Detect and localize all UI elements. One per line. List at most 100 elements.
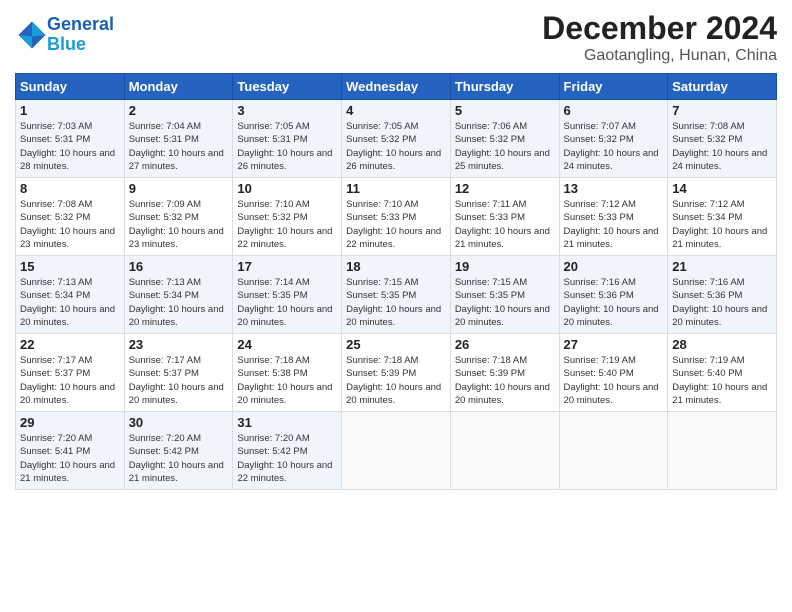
day-info: Sunrise: 7:17 AM Sunset: 5:37 PM Dayligh…: [129, 354, 229, 407]
day-info: Sunrise: 7:20 AM Sunset: 5:41 PM Dayligh…: [20, 432, 120, 485]
day-number: 28: [672, 337, 772, 352]
day-info: Sunrise: 7:10 AM Sunset: 5:32 PM Dayligh…: [237, 198, 337, 251]
calendar-day-cell: 23 Sunrise: 7:17 AM Sunset: 5:37 PM Dayl…: [124, 334, 233, 412]
day-info: Sunrise: 7:06 AM Sunset: 5:32 PM Dayligh…: [455, 120, 555, 173]
calendar-day-cell: 9 Sunrise: 7:09 AM Sunset: 5:32 PM Dayli…: [124, 178, 233, 256]
day-info: Sunrise: 7:18 AM Sunset: 5:38 PM Dayligh…: [237, 354, 337, 407]
calendar-day-cell: 12 Sunrise: 7:11 AM Sunset: 5:33 PM Dayl…: [450, 178, 559, 256]
day-info: Sunrise: 7:18 AM Sunset: 5:39 PM Dayligh…: [346, 354, 446, 407]
calendar-table: Sunday Monday Tuesday Wednesday Thursday…: [15, 73, 777, 490]
calendar-day-cell: 1 Sunrise: 7:03 AM Sunset: 5:31 PM Dayli…: [16, 100, 125, 178]
day-number: 1: [20, 103, 120, 118]
day-number: 15: [20, 259, 120, 274]
month-title: December 2024: [542, 10, 777, 47]
calendar-day-cell: 28 Sunrise: 7:19 AM Sunset: 5:40 PM Dayl…: [668, 334, 777, 412]
calendar-day-cell: [342, 412, 451, 490]
calendar-day-cell: 2 Sunrise: 7:04 AM Sunset: 5:31 PM Dayli…: [124, 100, 233, 178]
day-info: Sunrise: 7:15 AM Sunset: 5:35 PM Dayligh…: [346, 276, 446, 329]
day-number: 18: [346, 259, 446, 274]
calendar-body: 1 Sunrise: 7:03 AM Sunset: 5:31 PM Dayli…: [16, 100, 777, 490]
day-number: 6: [564, 103, 664, 118]
day-number: 30: [129, 415, 229, 430]
calendar-day-cell: 19 Sunrise: 7:15 AM Sunset: 5:35 PM Dayl…: [450, 256, 559, 334]
day-info: Sunrise: 7:13 AM Sunset: 5:34 PM Dayligh…: [129, 276, 229, 329]
calendar-day-cell: 27 Sunrise: 7:19 AM Sunset: 5:40 PM Dayl…: [559, 334, 668, 412]
day-info: Sunrise: 7:11 AM Sunset: 5:33 PM Dayligh…: [455, 198, 555, 251]
logo-icon: [17, 20, 47, 50]
day-number: 8: [20, 181, 120, 196]
header-friday: Friday: [559, 74, 668, 100]
day-number: 16: [129, 259, 229, 274]
day-number: 26: [455, 337, 555, 352]
day-number: 19: [455, 259, 555, 274]
day-number: 13: [564, 181, 664, 196]
day-number: 23: [129, 337, 229, 352]
day-number: 2: [129, 103, 229, 118]
main-container: General Blue December 2024 Gaotangling, …: [0, 0, 792, 500]
day-number: 9: [129, 181, 229, 196]
header-monday: Monday: [124, 74, 233, 100]
calendar-week-row: 29 Sunrise: 7:20 AM Sunset: 5:41 PM Dayl…: [16, 412, 777, 490]
title-area: December 2024 Gaotangling, Hunan, China: [542, 10, 777, 65]
day-info: Sunrise: 7:05 AM Sunset: 5:32 PM Dayligh…: [346, 120, 446, 173]
day-number: 25: [346, 337, 446, 352]
calendar-day-cell: 17 Sunrise: 7:14 AM Sunset: 5:35 PM Dayl…: [233, 256, 342, 334]
logo: General Blue: [15, 15, 114, 55]
day-info: Sunrise: 7:14 AM Sunset: 5:35 PM Dayligh…: [237, 276, 337, 329]
calendar-day-cell: 20 Sunrise: 7:16 AM Sunset: 5:36 PM Dayl…: [559, 256, 668, 334]
day-number: 7: [672, 103, 772, 118]
day-number: 27: [564, 337, 664, 352]
calendar-day-cell: 22 Sunrise: 7:17 AM Sunset: 5:37 PM Dayl…: [16, 334, 125, 412]
day-info: Sunrise: 7:19 AM Sunset: 5:40 PM Dayligh…: [564, 354, 664, 407]
calendar-day-cell: 29 Sunrise: 7:20 AM Sunset: 5:41 PM Dayl…: [16, 412, 125, 490]
header-sunday: Sunday: [16, 74, 125, 100]
day-info: Sunrise: 7:08 AM Sunset: 5:32 PM Dayligh…: [20, 198, 120, 251]
calendar-day-cell: 30 Sunrise: 7:20 AM Sunset: 5:42 PM Dayl…: [124, 412, 233, 490]
day-info: Sunrise: 7:04 AM Sunset: 5:31 PM Dayligh…: [129, 120, 229, 173]
calendar-day-cell: 10 Sunrise: 7:10 AM Sunset: 5:32 PM Dayl…: [233, 178, 342, 256]
day-info: Sunrise: 7:13 AM Sunset: 5:34 PM Dayligh…: [20, 276, 120, 329]
day-info: Sunrise: 7:03 AM Sunset: 5:31 PM Dayligh…: [20, 120, 120, 173]
day-info: Sunrise: 7:10 AM Sunset: 5:33 PM Dayligh…: [346, 198, 446, 251]
day-info: Sunrise: 7:12 AM Sunset: 5:33 PM Dayligh…: [564, 198, 664, 251]
calendar-day-cell: [559, 412, 668, 490]
calendar-day-cell: 16 Sunrise: 7:13 AM Sunset: 5:34 PM Dayl…: [124, 256, 233, 334]
calendar-day-cell: 7 Sunrise: 7:08 AM Sunset: 5:32 PM Dayli…: [668, 100, 777, 178]
header-wednesday: Wednesday: [342, 74, 451, 100]
day-info: Sunrise: 7:07 AM Sunset: 5:32 PM Dayligh…: [564, 120, 664, 173]
day-info: Sunrise: 7:16 AM Sunset: 5:36 PM Dayligh…: [564, 276, 664, 329]
calendar-day-cell: 6 Sunrise: 7:07 AM Sunset: 5:32 PM Dayli…: [559, 100, 668, 178]
calendar-day-cell: 13 Sunrise: 7:12 AM Sunset: 5:33 PM Dayl…: [559, 178, 668, 256]
calendar-day-cell: 26 Sunrise: 7:18 AM Sunset: 5:39 PM Dayl…: [450, 334, 559, 412]
day-info: Sunrise: 7:05 AM Sunset: 5:31 PM Dayligh…: [237, 120, 337, 173]
day-number: 11: [346, 181, 446, 196]
day-number: 29: [20, 415, 120, 430]
calendar-week-row: 1 Sunrise: 7:03 AM Sunset: 5:31 PM Dayli…: [16, 100, 777, 178]
calendar-day-cell: [668, 412, 777, 490]
calendar-day-cell: 4 Sunrise: 7:05 AM Sunset: 5:32 PM Dayli…: [342, 100, 451, 178]
calendar-day-cell: 31 Sunrise: 7:20 AM Sunset: 5:42 PM Dayl…: [233, 412, 342, 490]
header-tuesday: Tuesday: [233, 74, 342, 100]
day-info: Sunrise: 7:12 AM Sunset: 5:34 PM Dayligh…: [672, 198, 772, 251]
day-number: 4: [346, 103, 446, 118]
logo-text: General Blue: [47, 15, 114, 55]
header: General Blue December 2024 Gaotangling, …: [15, 10, 777, 65]
day-number: 5: [455, 103, 555, 118]
day-info: Sunrise: 7:09 AM Sunset: 5:32 PM Dayligh…: [129, 198, 229, 251]
calendar-day-cell: 3 Sunrise: 7:05 AM Sunset: 5:31 PM Dayli…: [233, 100, 342, 178]
calendar-day-cell: 14 Sunrise: 7:12 AM Sunset: 5:34 PM Dayl…: [668, 178, 777, 256]
day-number: 14: [672, 181, 772, 196]
day-number: 21: [672, 259, 772, 274]
day-info: Sunrise: 7:16 AM Sunset: 5:36 PM Dayligh…: [672, 276, 772, 329]
day-info: Sunrise: 7:15 AM Sunset: 5:35 PM Dayligh…: [455, 276, 555, 329]
calendar-day-cell: 18 Sunrise: 7:15 AM Sunset: 5:35 PM Dayl…: [342, 256, 451, 334]
day-info: Sunrise: 7:20 AM Sunset: 5:42 PM Dayligh…: [129, 432, 229, 485]
day-number: 31: [237, 415, 337, 430]
calendar-day-cell: 25 Sunrise: 7:18 AM Sunset: 5:39 PM Dayl…: [342, 334, 451, 412]
calendar-day-cell: [450, 412, 559, 490]
day-info: Sunrise: 7:20 AM Sunset: 5:42 PM Dayligh…: [237, 432, 337, 485]
day-number: 3: [237, 103, 337, 118]
calendar-week-row: 22 Sunrise: 7:17 AM Sunset: 5:37 PM Dayl…: [16, 334, 777, 412]
day-number: 24: [237, 337, 337, 352]
calendar-day-cell: 5 Sunrise: 7:06 AM Sunset: 5:32 PM Dayli…: [450, 100, 559, 178]
